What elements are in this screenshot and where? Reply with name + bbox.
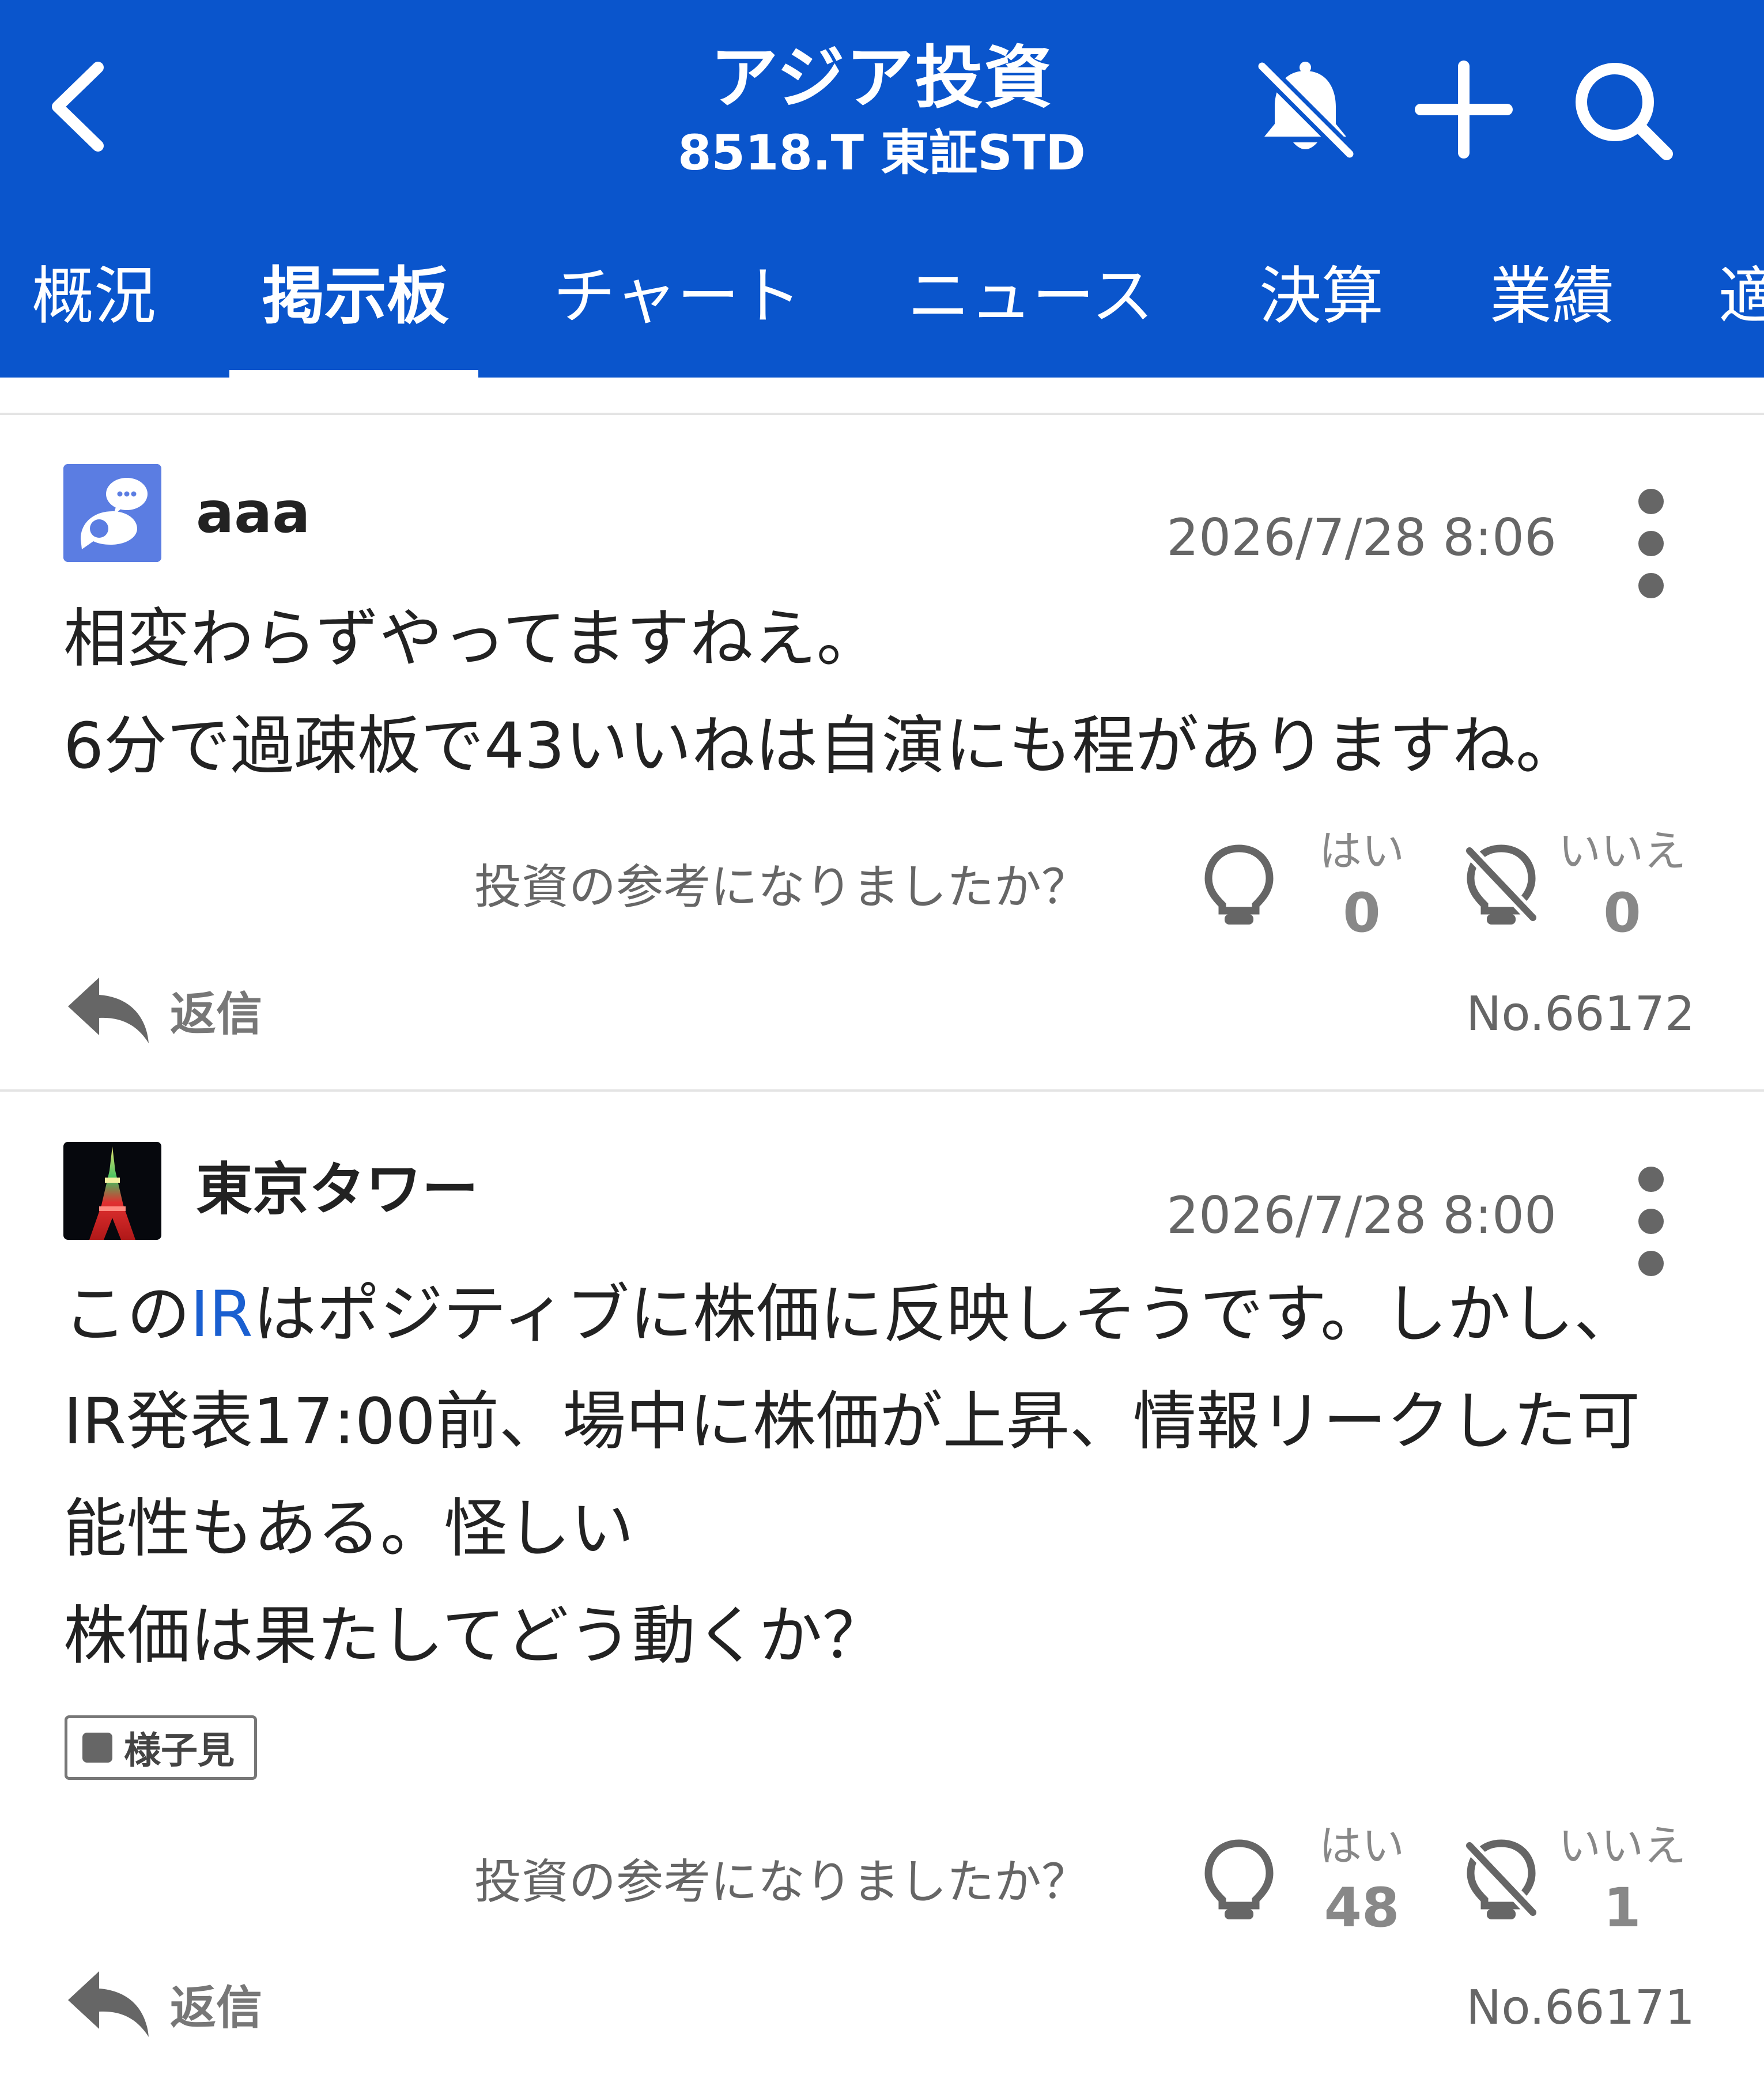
post-body-line: 能性もある。怪しい	[63, 1492, 634, 1565]
back-chevron-icon[interactable]	[46, 61, 109, 153]
post-body-line: IR発表17:00前、場中に株価が上昇、情報リークした可	[63, 1384, 1640, 1458]
post-number: No.66171	[1466, 1980, 1695, 2035]
tokyo-tower-avatar-icon	[63, 1142, 161, 1240]
page-title: アジア投資	[710, 38, 1053, 118]
more-options-icon[interactable]	[1625, 489, 1677, 598]
tab-bar: 概況 掲示板 チャート ニュース 決算 業績 適	[0, 242, 1764, 378]
yes-count: 0	[1343, 882, 1381, 945]
body-text: この	[63, 1277, 190, 1351]
more-options-icon[interactable]	[1625, 1167, 1677, 1276]
post-body-line: 株価は果たしてどう動くか？	[63, 1599, 886, 1673]
tab-financials[interactable]: 決算	[1259, 254, 1384, 340]
app-screen: アジア投資 8518.T 東証STD 概況 掲示板 チャート ニュース 決算 業…	[0, 0, 1764, 2075]
lightbulb-icon[interactable]	[1202, 843, 1276, 929]
sentiment-tag: 様子見	[65, 1715, 257, 1780]
ticker-subtitle: 8518.T 東証STD	[678, 124, 1086, 181]
post-number: No.66172	[1466, 987, 1695, 1042]
tag-square-icon	[82, 1733, 112, 1763]
reply-button[interactable]: 返信	[170, 983, 262, 1046]
post-item: aaa 2026/7/28 8:06 相変わらずやってますねえ。 6分で過疎板で…	[0, 415, 1764, 1089]
helpful-question: 投資の参考になりましたか？	[474, 860, 1089, 915]
tag-label: 様子見	[124, 1730, 235, 1772]
tab-performance[interactable]: 業績	[1490, 254, 1614, 340]
avatar[interactable]	[63, 1142, 161, 1240]
body-text: はポジティブに株価に反映しそうです。しかし、	[252, 1277, 1638, 1351]
post-timestamp: 2026/7/28 8:00	[1166, 1186, 1557, 1245]
yes-count: 48	[1324, 1877, 1400, 1940]
lightbulb-icon[interactable]	[1202, 1838, 1276, 1924]
tab-board[interactable]: 掲示板	[262, 254, 449, 340]
no-label: いいえ	[1558, 827, 1686, 876]
ir-link[interactable]: IR	[190, 1277, 253, 1351]
yes-label: はい	[1319, 1821, 1404, 1871]
post-timestamp: 2026/7/28 8:06	[1166, 508, 1557, 567]
tab-overview[interactable]: 概況	[32, 254, 156, 340]
no-label: いいえ	[1558, 1821, 1686, 1871]
reply-icon[interactable]	[63, 973, 156, 1048]
lightbulb-off-icon[interactable]	[1464, 843, 1539, 929]
app-header: アジア投資 8518.T 東証STD 概況 掲示板 チャート ニュース 決算 業…	[0, 0, 1764, 378]
no-count: 0	[1603, 882, 1641, 945]
avatar[interactable]	[63, 464, 161, 562]
username[interactable]: aaa	[196, 478, 310, 548]
tab-chart[interactable]: チャート	[553, 254, 802, 340]
post-body-line: このIRはポジティブに株価に反映しそうです。しかし、	[63, 1261, 1637, 1368]
reply-button[interactable]: 返信	[170, 1976, 262, 2040]
tab-news[interactable]: ニュース	[908, 254, 1154, 340]
post-body-line: 相変わらずやってますねえ。	[63, 602, 880, 676]
active-tab-indicator	[229, 370, 478, 378]
title-block: アジア投資 8518.T 東証STD	[519, 35, 1245, 184]
helpful-question: 投資の参考になりましたか？	[474, 1855, 1089, 1910]
reply-icon[interactable]	[63, 1967, 156, 2042]
no-count: 1	[1603, 1877, 1641, 1940]
post-body-line: 6分で過疎板で43いいねは自演にも程がありますね。	[63, 709, 1579, 783]
plus-icon[interactable]	[1409, 55, 1519, 164]
speech-bubble-avatar-icon	[63, 464, 161, 562]
username[interactable]: 東京タワー	[196, 1155, 478, 1224]
bell-off-icon[interactable]	[1251, 55, 1360, 164]
post-item: 東京タワー 2026/7/28 8:00 このIRはポジティブに株価に反映しそう…	[0, 1092, 1764, 2075]
lightbulb-off-icon[interactable]	[1464, 1838, 1539, 1924]
search-icon[interactable]	[1567, 55, 1677, 164]
yes-label: はい	[1319, 827, 1404, 876]
tab-more[interactable]: 適	[1718, 254, 1764, 340]
